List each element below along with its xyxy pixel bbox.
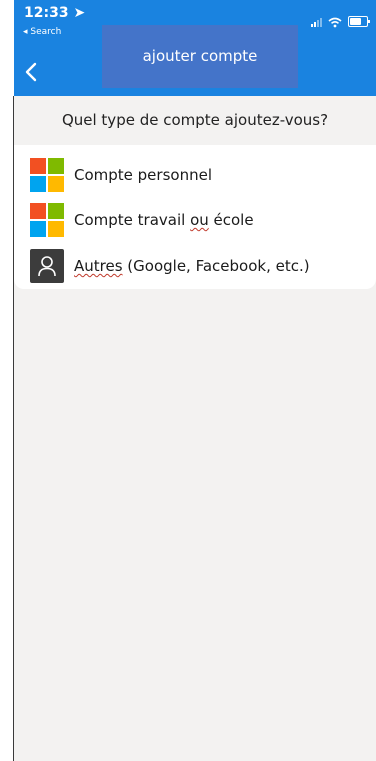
cellular-signal-icon bbox=[311, 17, 322, 27]
account-option-personal[interactable]: Compte personnel bbox=[14, 155, 376, 195]
label-text: (Google, Facebook, etc.) bbox=[122, 257, 310, 275]
battery-icon bbox=[348, 16, 370, 27]
microsoft-logo-icon bbox=[30, 203, 64, 237]
battery-level bbox=[350, 18, 362, 25]
account-option-label: Compte travail ou école bbox=[74, 211, 254, 229]
page-title: ajouter compte bbox=[142, 47, 258, 65]
status-time: 12:33 ➤ bbox=[24, 5, 86, 21]
account-option-label: Compte personnel bbox=[74, 166, 212, 184]
account-option-label: Autres (Google, Facebook, etc.) bbox=[74, 257, 310, 275]
chevron-left-icon bbox=[25, 62, 37, 82]
label-text-spellcheck: ou bbox=[190, 211, 209, 229]
app-screen: 12:33 ➤ ◂ Search ajouter compte Quel typ… bbox=[14, 0, 376, 761]
account-option-other[interactable]: Autres (Google, Facebook, etc.) bbox=[14, 246, 376, 286]
back-button[interactable] bbox=[22, 58, 42, 86]
microsoft-logo-icon bbox=[30, 158, 64, 192]
person-icon bbox=[30, 249, 64, 283]
back-to-app-link[interactable]: ◂ Search bbox=[23, 27, 61, 37]
label-text: école bbox=[208, 211, 254, 229]
header-title-box: ajouter compte bbox=[102, 25, 298, 88]
label-text-spellcheck: Autres bbox=[74, 257, 123, 275]
account-type-question: Quel type de compte ajoutez-vous? bbox=[61, 111, 329, 129]
label-text: Compte travail bbox=[74, 211, 191, 229]
wifi-icon bbox=[328, 17, 342, 28]
header-bar: 12:33 ➤ ◂ Search ajouter compte bbox=[14, 0, 376, 96]
account-type-list: Compte personnel Compte travail ou école… bbox=[14, 145, 376, 289]
status-icons bbox=[311, 16, 370, 28]
account-option-work-school[interactable]: Compte travail ou école bbox=[14, 200, 376, 240]
